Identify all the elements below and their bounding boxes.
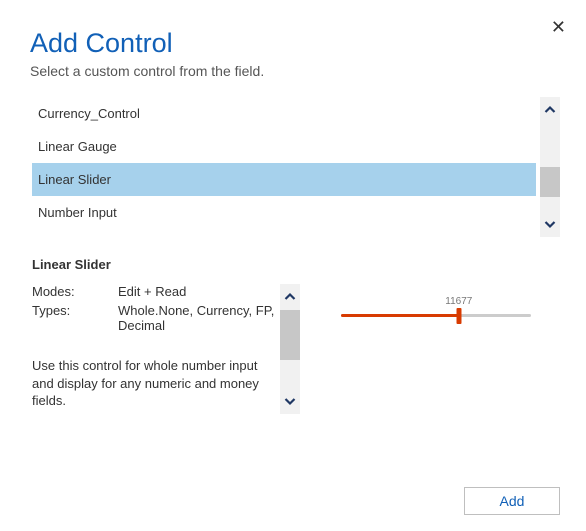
list-item[interactable]: Linear Slider [32,163,536,196]
modes-label: Modes: [32,284,118,299]
dialog-subtitle: Select a custom control from the field. [30,63,560,79]
scroll-up-button[interactable] [540,97,560,123]
detail-panel: Linear Slider Modes: Edit + Read Types: … [32,257,560,414]
types-value: Whole.None, Currency, FP, Decimal [118,303,280,333]
list-item[interactable]: Number Input [32,196,536,229]
scroll-thumb[interactable] [280,310,300,360]
control-list: Currency_Control Linear Gauge Linear Sli… [32,97,560,229]
list-item[interactable]: Linear Gauge [32,130,536,163]
scroll-thumb[interactable] [540,167,560,197]
dialog-title: Add Control [30,28,560,59]
chevron-up-icon [544,104,556,116]
scroll-up-button[interactable] [280,284,300,310]
add-button[interactable]: Add [464,487,560,515]
slider-handle[interactable] [456,308,461,324]
slider-fill [341,314,459,317]
modes-value: Edit + Read [118,284,280,299]
chevron-down-icon [544,218,556,230]
chevron-down-icon [284,395,296,407]
scroll-down-button[interactable] [280,388,300,414]
control-preview: 11677 [312,284,560,317]
close-icon[interactable]: ✕ [551,18,566,36]
scroll-down-button[interactable] [540,211,560,237]
detail-scrollbar[interactable] [280,284,300,414]
list-item[interactable]: Currency_Control [32,97,536,130]
types-label: Types: [32,303,118,333]
detail-description: Use this control for whole number input … [32,357,272,410]
slider-track[interactable] [341,314,531,317]
chevron-up-icon [284,291,296,303]
detail-heading: Linear Slider [32,257,560,272]
slider-value-label: 11677 [445,296,472,307]
list-scrollbar[interactable] [540,97,560,237]
